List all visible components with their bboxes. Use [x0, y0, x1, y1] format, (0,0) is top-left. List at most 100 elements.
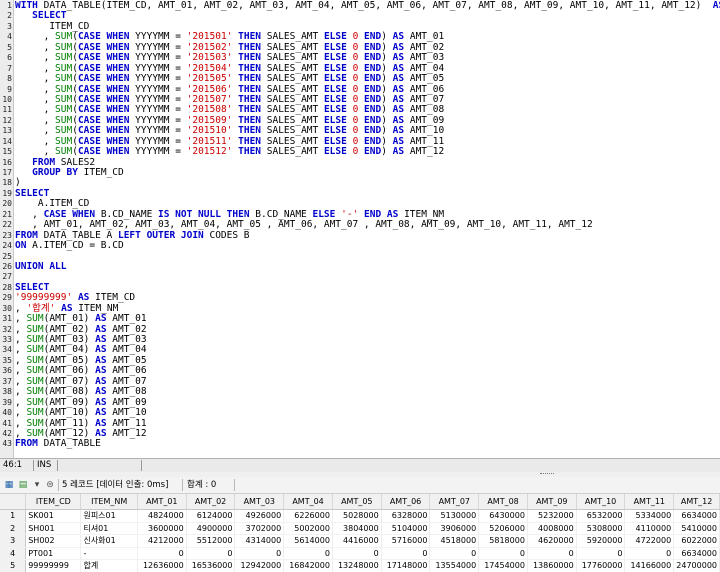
code-token: END: [364, 62, 382, 74]
column-header-amt-10[interactable]: AMT_10: [576, 494, 626, 510]
table-cell[interactable]: 5104000: [381, 522, 431, 535]
table-row[interactable]: 1 SK001 원피스01 4824000 6124000 4926000 6226000 5…: [0, 509, 720, 523]
table-cell[interactable]: 신사화01: [80, 534, 138, 548]
table-cell[interactable]: 5334000: [624, 509, 675, 523]
table-cell[interactable]: SK001: [25, 509, 82, 523]
table-cell[interactable]: 14166000: [624, 559, 675, 572]
table-cell[interactable]: 5002000: [283, 522, 333, 535]
table-cell[interactable]: 5232000: [527, 509, 577, 523]
lock-icon[interactable]: ⊜: [44, 479, 56, 490]
table-cell[interactable]: 4722000: [624, 534, 675, 548]
table-cell[interactable]: 6634000: [673, 509, 720, 523]
table-cell[interactable]: 4620000: [527, 534, 577, 548]
table-cell[interactable]: 합계: [80, 559, 138, 572]
table-cell[interactable]: 5028000: [332, 509, 382, 523]
table-cell[interactable]: 0: [381, 547, 431, 560]
table-cell[interactable]: 24700000: [673, 559, 720, 572]
table-row[interactable]: 2 SH001 티셔01 3600000 4900000 3702000 5002000 38…: [0, 522, 720, 535]
table-cell[interactable]: SH001: [25, 522, 82, 535]
table-cell[interactable]: 3804000: [332, 522, 382, 535]
table-cell[interactable]: 4416000: [332, 534, 382, 548]
table-cell[interactable]: 0: [137, 547, 187, 560]
table-cell[interactable]: 0: [576, 547, 626, 560]
table-cell[interactable]: 5614000: [283, 534, 333, 548]
table-cell[interactable]: 5308000: [576, 522, 626, 535]
table-cell[interactable]: 16536000: [186, 559, 236, 572]
table-cell[interactable]: 4900000: [186, 522, 236, 535]
table-cell[interactable]: 99999999: [25, 559, 82, 572]
table-cell[interactable]: 5818000: [478, 534, 528, 548]
table-cell[interactable]: 0: [283, 547, 333, 560]
table-cell[interactable]: 17760000: [576, 559, 626, 572]
table-cell[interactable]: 0: [429, 547, 480, 560]
table-cell[interactable]: 6328000: [381, 509, 431, 523]
table-cell[interactable]: 4518000: [429, 534, 480, 548]
table-cell[interactable]: 5920000: [576, 534, 626, 548]
column-header-amt-03[interactable]: AMT_03: [234, 494, 285, 510]
table-cell[interactable]: 3702000: [234, 522, 285, 535]
table-cell[interactable]: 6022000: [673, 534, 720, 548]
table-cell[interactable]: 4314000: [234, 534, 285, 548]
column-header-amt-02[interactable]: AMT_02: [186, 494, 236, 510]
table-cell[interactable]: 6124000: [186, 509, 236, 523]
table-cell[interactable]: 12636000: [137, 559, 187, 572]
code-text: ON A.ITEM_CD = B.CD: [15, 240, 124, 251]
grid-view-icon[interactable]: ▦: [3, 479, 15, 490]
table-cell[interactable]: 4926000: [234, 509, 285, 523]
table-cell[interactable]: 17148000: [381, 559, 431, 572]
table-cell[interactable]: 16842000: [283, 559, 333, 572]
dropdown-arrow-icon[interactable]: ▾: [31, 479, 43, 490]
table-cell[interactable]: 6532000: [576, 509, 626, 523]
column-header-amt-04[interactable]: AMT_04: [283, 494, 333, 510]
table-cell[interactable]: 3600000: [137, 522, 187, 535]
code-token: THEN: [238, 62, 262, 74]
column-header-amt-05[interactable]: AMT_05: [332, 494, 382, 510]
column-header-item-cd[interactable]: ITEM_CD: [25, 494, 82, 510]
table-cell[interactable]: 4008000: [527, 522, 577, 535]
table-row[interactable]: 5 99999999 합계 12636000 16536000 12942000 16842…: [0, 559, 720, 572]
table-cell[interactable]: SH002: [25, 534, 82, 548]
sql-editor[interactable]: 1 WITH DATA_TABLE(ITEM_CD, AMT_01, AMT_02…: [0, 0, 720, 458]
export-icon[interactable]: ▤: [17, 479, 29, 490]
column-header-amt-08[interactable]: AMT_08: [478, 494, 528, 510]
table-cell[interactable]: 5716000: [381, 534, 431, 548]
table-cell[interactable]: PT001: [25, 547, 82, 560]
table-cell[interactable]: 0: [186, 547, 236, 560]
column-header-amt-12[interactable]: AMT_12: [673, 494, 720, 510]
results-grid[interactable]: ITEM_CD ITEM_NM AMT_01 AMT_02 AMT_03 AMT_04 AM…: [0, 494, 720, 572]
table-cell[interactable]: 13248000: [332, 559, 382, 572]
table-cell[interactable]: -: [80, 547, 138, 560]
table-cell[interactable]: 5206000: [478, 522, 528, 535]
table-cell[interactable]: 4110000: [624, 522, 675, 535]
table-cell[interactable]: 티셔01: [80, 522, 138, 535]
table-cell[interactable]: 3906000: [429, 522, 480, 535]
code-token: SELECT: [32, 10, 67, 22]
row-number: 5: [0, 559, 27, 572]
table-cell[interactable]: 12942000: [234, 559, 285, 572]
table-cell[interactable]: 5410000: [673, 522, 720, 535]
table-cell[interactable]: 13554000: [429, 559, 480, 572]
table-cell[interactable]: 5512000: [186, 534, 236, 548]
table-cell[interactable]: 17454000: [478, 559, 528, 572]
table-cell[interactable]: 4212000: [137, 534, 187, 548]
table-cell[interactable]: 0: [478, 547, 528, 560]
table-cell[interactable]: 6634000: [673, 547, 720, 560]
table-cell[interactable]: 4824000: [137, 509, 187, 523]
column-header-amt-06[interactable]: AMT_06: [381, 494, 431, 510]
table-row[interactable]: 4 PT001-0 0 0 0 0 0 0 0 0 0 0 6634000: [0, 547, 720, 560]
table-cell[interactable]: 0: [234, 547, 285, 560]
table-cell[interactable]: 6430000: [478, 509, 528, 523]
table-cell[interactable]: 6226000: [283, 509, 333, 523]
table-cell[interactable]: 0: [624, 547, 675, 560]
table-cell[interactable]: 0: [527, 547, 577, 560]
column-header-amt-01[interactable]: AMT_01: [137, 494, 187, 510]
table-cell[interactable]: 13860000: [527, 559, 577, 572]
table-row[interactable]: 3 SH002 신사화01 4212000 5512000 4314000 5614000 4…: [0, 534, 720, 548]
column-header-amt-11[interactable]: AMT_11: [624, 494, 675, 510]
table-cell[interactable]: 원피스01: [80, 509, 138, 523]
column-header-item-nm[interactable]: ITEM_NM: [80, 494, 138, 510]
table-cell[interactable]: 5130000: [429, 509, 480, 523]
column-header-amt-07[interactable]: AMT_07: [429, 494, 480, 510]
table-cell[interactable]: 0: [332, 547, 382, 560]
column-header-amt-09[interactable]: AMT_09: [527, 494, 577, 510]
